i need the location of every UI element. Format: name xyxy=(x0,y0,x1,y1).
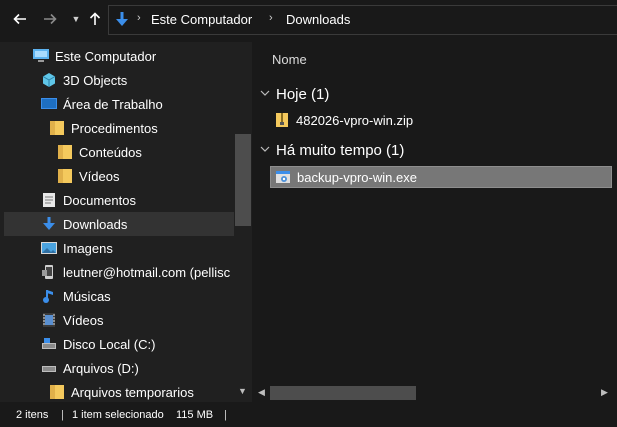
nav-item-label: Vídeos xyxy=(79,168,120,184)
download-icon xyxy=(40,215,58,233)
nav-item-procedimentos[interactable]: Procedimentos xyxy=(48,116,252,140)
nav-item-area-de-trabalho[interactable]: Área de Trabalho xyxy=(40,92,252,116)
group-title: Há muito tempo (1) xyxy=(276,141,405,159)
chevron-down-icon: ▼ xyxy=(71,14,81,24)
chevron-down-icon xyxy=(260,145,274,156)
status-selected-size: 115 MB xyxy=(176,409,214,421)
chevron-down-icon xyxy=(260,89,274,100)
scrollbar-thumb[interactable] xyxy=(270,386,416,400)
file-list-pane: Nome Hoje (1) 482026-vpro-win.zip Há mui… xyxy=(254,42,617,402)
nav-item-label: Este Computador xyxy=(55,48,157,64)
arrow-up-icon xyxy=(89,12,101,25)
nav-item-este-computador[interactable]: Este Computador xyxy=(32,44,252,68)
phone-icon xyxy=(40,263,58,281)
nav-item-conteudos[interactable]: Conteúdos xyxy=(56,140,252,164)
nav-vertical-scrollbar[interactable]: ▼ xyxy=(234,42,252,402)
scroll-right-icon[interactable]: ▶ xyxy=(601,387,608,398)
nav-item-label: Procedimentos xyxy=(71,120,158,136)
download-icon xyxy=(116,12,128,26)
folder-icon xyxy=(56,143,74,161)
scrollbar-thumb[interactable] xyxy=(235,134,251,226)
document-icon xyxy=(40,191,58,209)
group-header-ha-muito-tempo[interactable]: Há muito tempo (1) xyxy=(260,138,404,162)
desktop-icon xyxy=(40,95,58,113)
computer-icon xyxy=(32,47,50,65)
nav-item-label: Downloads xyxy=(63,216,128,232)
nav-item-label: Arquivos (D:) xyxy=(63,360,139,376)
nav-item-label: Músicas xyxy=(63,288,111,304)
file-row-zip[interactable]: 482026-vpro-win.zip xyxy=(270,109,612,131)
nav-item-videos-folder[interactable]: Vídeos xyxy=(56,164,252,188)
nav-item-label: Conteúdos xyxy=(79,144,142,160)
file-row-exe[interactable]: backup-vpro-win.exe xyxy=(270,166,612,188)
zip-icon xyxy=(276,113,288,127)
nav-item-disco-local-c[interactable]: Disco Local (C:) xyxy=(40,332,252,356)
scroll-left-icon[interactable]: ◀ xyxy=(258,387,265,398)
exe-icon xyxy=(276,171,290,183)
video-icon xyxy=(40,311,58,329)
nav-item-label: Vídeos xyxy=(63,312,104,328)
group-title: Hoje (1) xyxy=(276,85,330,103)
nav-item-label: Arquivos temporarios xyxy=(71,384,194,400)
folder-icon xyxy=(48,383,66,401)
file-name: backup-vpro-win.exe xyxy=(297,169,417,185)
status-selected-count: 1 item selecionado xyxy=(72,409,164,421)
folder-icon xyxy=(48,119,66,137)
nav-item-musicas[interactable]: Músicas xyxy=(40,284,252,308)
forward-button[interactable] xyxy=(39,8,61,30)
chevron-right-icon: › xyxy=(137,12,141,24)
nav-item-3d-objects[interactable]: 3D Objects xyxy=(40,68,252,92)
nav-item-phone-device[interactable]: leutner@hotmail.com (pellisc xyxy=(40,260,252,284)
cube-icon xyxy=(40,71,58,89)
nav-item-arquivos-d[interactable]: Arquivos (D:) xyxy=(40,356,252,380)
status-bar: 2 itens | 1 item selecionado 115 MB | xyxy=(0,402,617,427)
breadcrumb-downloads[interactable]: Downloads xyxy=(286,12,350,27)
nav-item-label: Imagens xyxy=(63,240,113,256)
nav-item-downloads[interactable]: Downloads xyxy=(4,212,234,236)
nav-item-imagens[interactable]: Imagens xyxy=(40,236,252,260)
group-header-hoje[interactable]: Hoje (1) xyxy=(260,82,329,106)
nav-item-label: Documentos xyxy=(63,192,136,208)
address-toolbar: ▼ › Este Computador › Downloads xyxy=(0,0,617,40)
nav-item-label: leutner@hotmail.com (pellisc xyxy=(63,264,231,280)
music-icon xyxy=(40,287,58,305)
folder-icon xyxy=(56,167,74,185)
navigation-pane: Este Computador 3D Objects Área de Traba… xyxy=(0,42,252,402)
address-bar[interactable]: › Este Computador › Downloads xyxy=(108,5,617,35)
nav-item-label: 3D Objects xyxy=(63,72,128,88)
nav-item-arquivos-temporarios[interactable]: Arquivos temporarios xyxy=(48,380,252,402)
arrow-right-icon xyxy=(44,13,57,25)
content-horizontal-scrollbar[interactable]: ◀ ▶ xyxy=(254,384,617,402)
status-separator: | xyxy=(224,409,227,421)
breadcrumb-este-computador[interactable]: Este Computador xyxy=(151,12,252,27)
image-icon xyxy=(40,239,58,257)
back-button[interactable] xyxy=(9,8,31,30)
up-button[interactable] xyxy=(84,8,106,30)
arrow-left-icon xyxy=(13,13,26,25)
chevron-right-icon: › xyxy=(269,12,273,24)
recent-locations-dropdown[interactable]: ▼ xyxy=(70,10,82,28)
nav-item-label: Área de Trabalho xyxy=(63,96,163,112)
column-header-name[interactable]: Nome xyxy=(272,52,307,67)
nav-item-documentos[interactable]: Documentos xyxy=(40,188,252,212)
drive-icon xyxy=(40,335,58,353)
status-item-count: 2 itens xyxy=(16,409,49,421)
drive-icon xyxy=(40,359,58,377)
nav-item-videos-library[interactable]: Vídeos xyxy=(40,308,252,332)
status-separator: | xyxy=(61,409,64,421)
nav-item-label: Disco Local (C:) xyxy=(63,336,156,352)
scroll-down-icon[interactable]: ▼ xyxy=(238,386,247,396)
file-name: 482026-vpro-win.zip xyxy=(296,112,414,128)
